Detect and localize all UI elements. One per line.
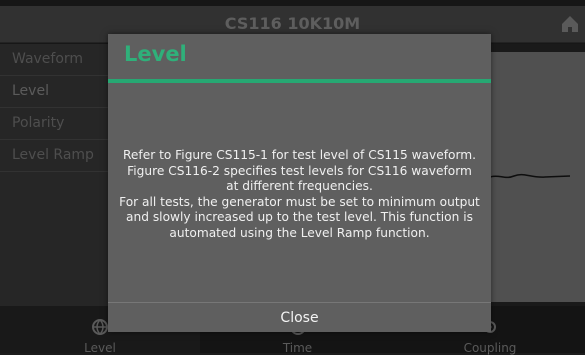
dialog-line: automated using the Level Ramp function. <box>169 225 430 240</box>
dialog-line: For all tests, the generator must be set… <box>119 194 480 209</box>
level-dialog: Level Refer to Figure CS115-1 for test l… <box>108 34 491 332</box>
dialog-header-rule <box>108 79 491 83</box>
close-button[interactable]: Close <box>108 302 491 333</box>
dialog-line: at different frequencies. <box>226 179 373 193</box>
dialog-message: Refer to Figure CS115-1 for test level o… <box>118 148 481 241</box>
dialog-title: Level <box>124 42 187 66</box>
dialog-line: Refer to Figure CS115-1 for test level o… <box>122 148 477 162</box>
dialog-line: Figure CS116-2 specifies test levels for… <box>127 163 472 178</box>
dialog-header: Level <box>108 34 491 80</box>
dialog-line: and slowly increased up to the test leve… <box>126 210 473 224</box>
